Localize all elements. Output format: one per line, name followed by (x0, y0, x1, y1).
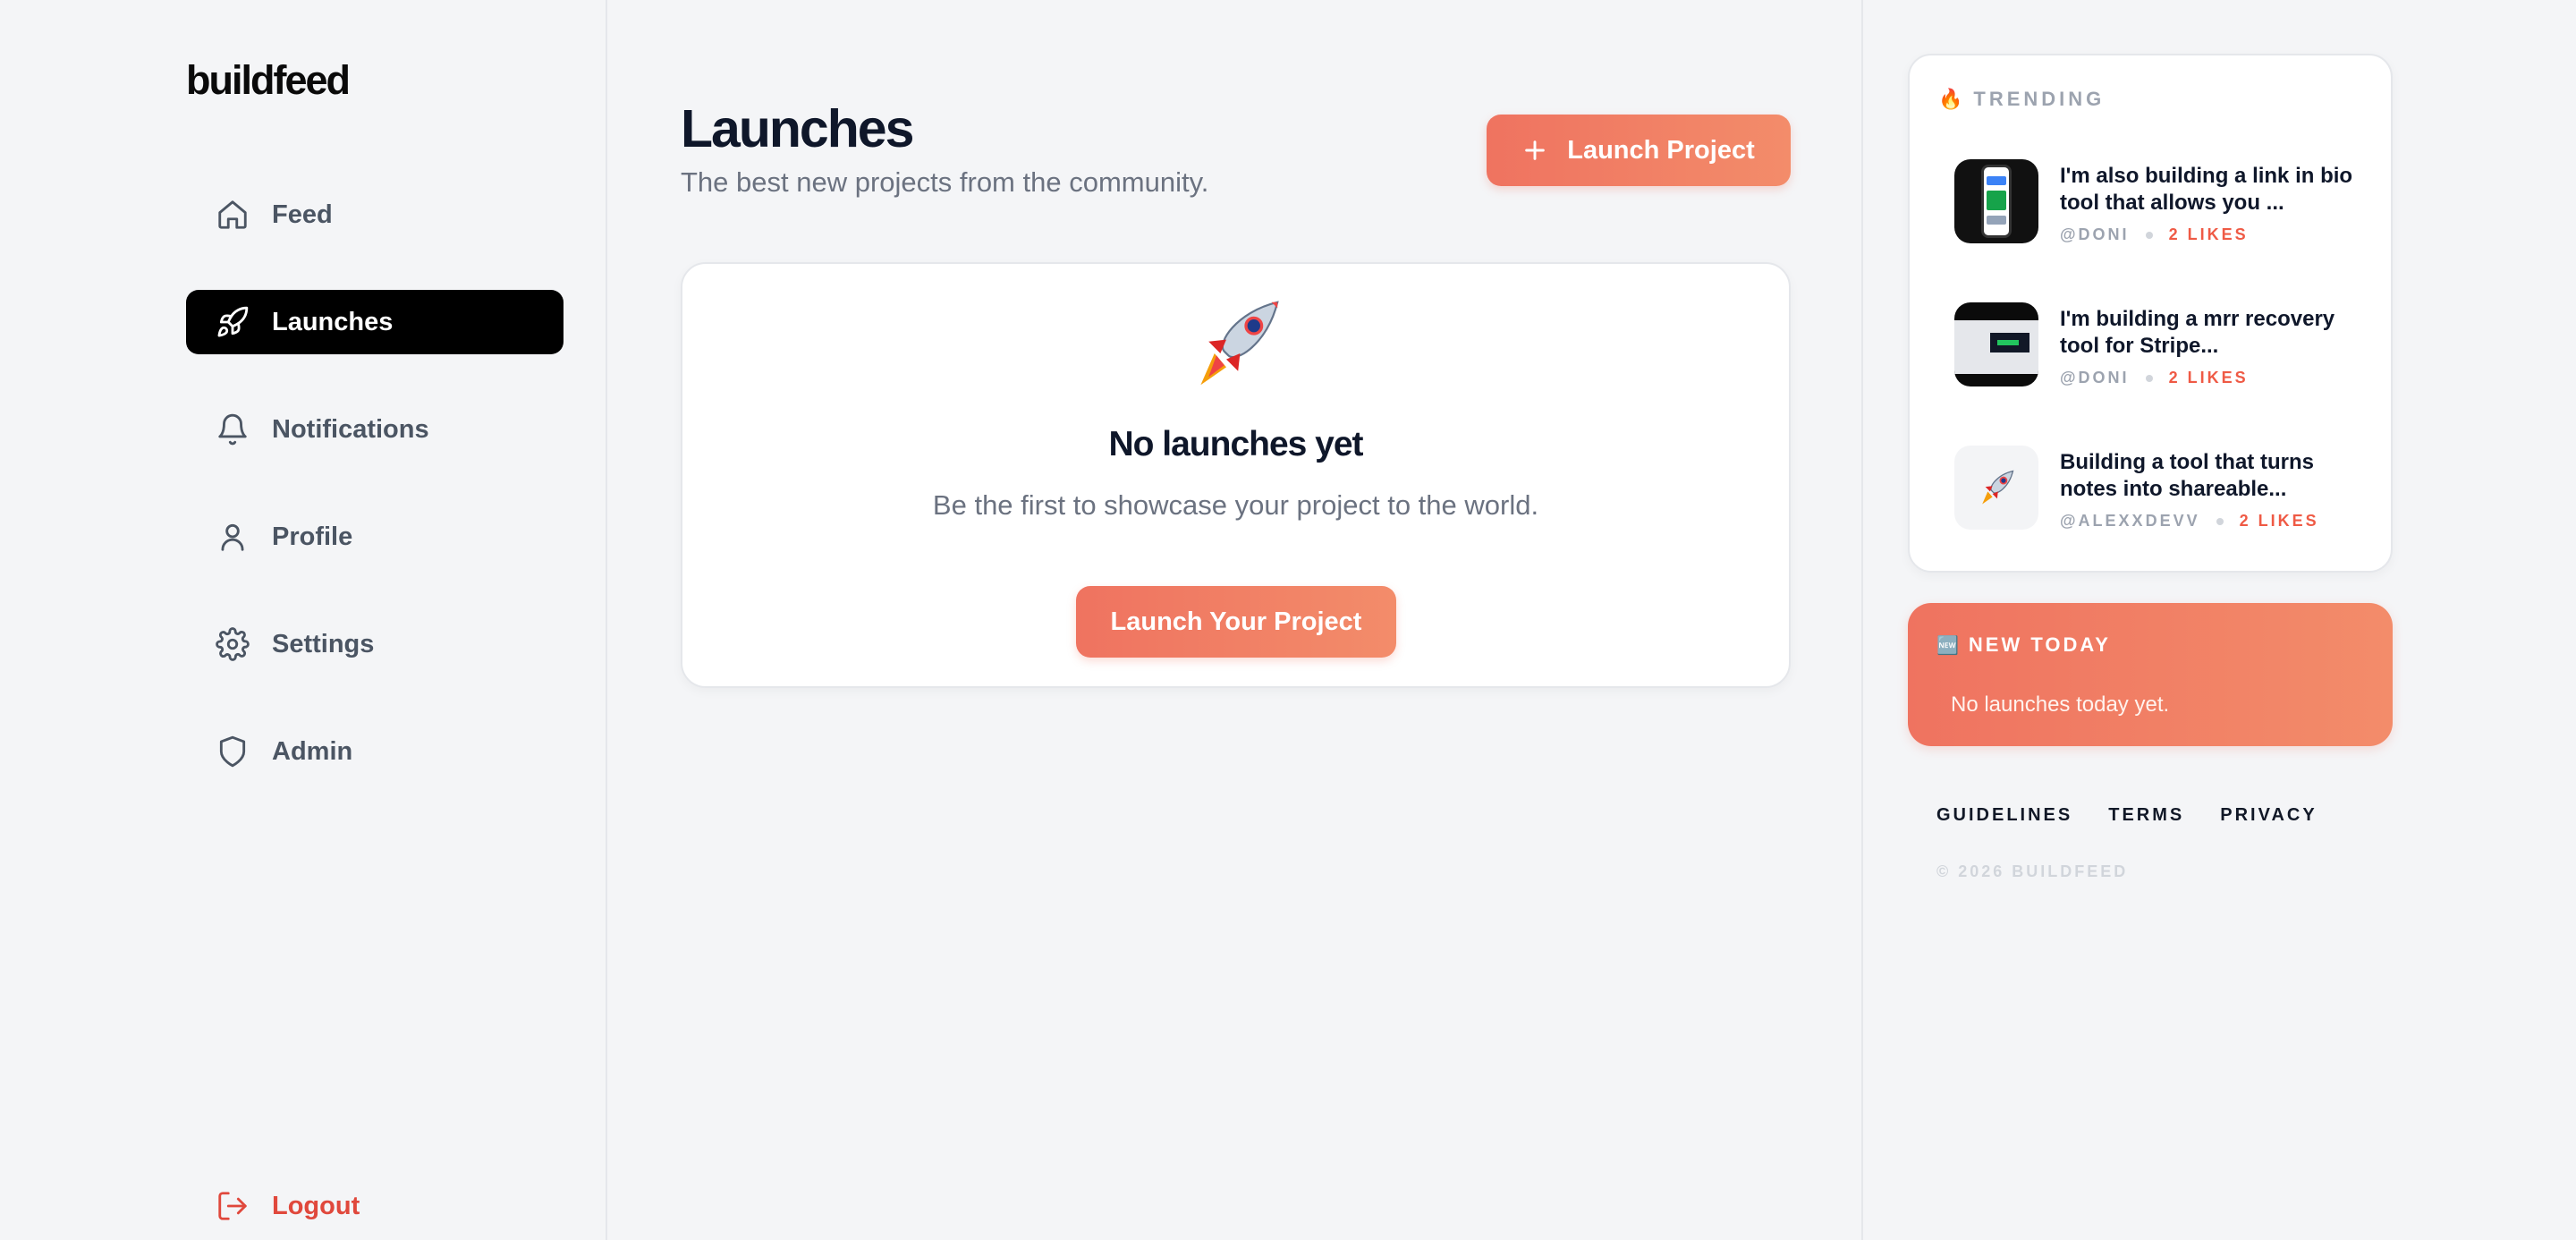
trending-thumbnail (1954, 302, 2038, 386)
trending-card: 🔥 TRENDING I'm also building a link in b… (1908, 54, 2393, 573)
trending-likes: 2 LIKES (2239, 512, 2319, 530)
trending-author[interactable]: @DONI (2060, 369, 2130, 387)
launch-project-button[interactable]: Launch Project (1487, 115, 1791, 186)
fire-icon: 🔥 (1938, 88, 1967, 110)
sidebar-item-label: Profile (272, 522, 353, 551)
sidebar-item-label: Launches (272, 307, 394, 336)
sidebar-item-profile[interactable]: Profile (186, 505, 564, 569)
footer-link-privacy[interactable]: PRIVACY (2220, 805, 2317, 826)
sidebar-item-notifications[interactable]: Notifications (186, 397, 564, 462)
empty-state-card: 🚀 No launches yet Be the first to showca… (681, 262, 1791, 688)
page-subtitle: The best new projects from the community… (681, 166, 1209, 198)
separator-dot (2145, 374, 2153, 382)
sidebar-item-admin[interactable]: Admin (186, 719, 564, 784)
trending-label: 🔥 TRENDING (1938, 88, 2106, 110)
rocket-icon (215, 304, 250, 340)
plus-icon (1525, 140, 1546, 160)
logout-label: Logout (272, 1191, 360, 1220)
trending-title: I'm building a mrr recovery tool for Str… (2060, 307, 2335, 358)
home-icon (215, 197, 250, 233)
new-today-label: 🆕 NEW TODAY (1936, 633, 2111, 656)
rocket-emoji-icon: 🚀 (682, 294, 1789, 397)
sidebar-item-label: Admin (272, 736, 353, 766)
sidebar-item-settings[interactable]: Settings (186, 612, 564, 676)
trending-likes: 2 LIKES (2168, 369, 2249, 386)
empty-state-text: Be the first to showcase your project to… (932, 489, 1539, 521)
footer-link-terms[interactable]: TERMS (2108, 805, 2184, 826)
bell-icon (215, 412, 250, 447)
logout-icon (215, 1188, 250, 1224)
separator-dot (2216, 517, 2224, 525)
trending-item[interactable]: I'm building a mrr recovery tool for Str… (1954, 302, 2375, 388)
trending-thumbnail (1954, 159, 2038, 243)
trending-meta: @DONI 2 LIKES (2060, 369, 2249, 387)
user-icon (215, 519, 250, 555)
logout-button[interactable]: Logout (186, 1174, 564, 1238)
trending-title: Building a tool that turns notes into sh… (2060, 450, 2314, 501)
footer-links: GUIDELINES TERMS PRIVACY (1936, 805, 2318, 826)
sidebar-item-launches[interactable]: Launches (186, 290, 564, 354)
trending-meta: @ALEXXDEVV 2 LIKES (2060, 512, 2319, 531)
trending-author[interactable]: @ALEXXDEVV (2060, 512, 2200, 531)
sidebar-item-label: Notifications (272, 414, 429, 444)
page-title: Launches (681, 99, 914, 158)
app-logo[interactable]: buildfeed (186, 57, 351, 104)
sidebar-item-label: Feed (272, 200, 333, 229)
trending-author[interactable]: @DONI (2060, 225, 2130, 244)
new-today-text: No launches today yet. (1951, 692, 2170, 717)
new-badge-icon: 🆕 (1936, 635, 1962, 656)
footer-link-guidelines[interactable]: GUIDELINES (1936, 805, 2072, 826)
right-column: 🔥 TRENDING I'm also building a link in b… (1861, 0, 2576, 1240)
main-content: Launches The best new projects from the … (609, 0, 1861, 1240)
separator-dot (2145, 231, 2153, 239)
empty-state-title: No launches yet (1108, 425, 1363, 463)
copyright: © 2026 BUILDFEED (1936, 862, 2129, 880)
launch-project-label: Launch Project (1567, 135, 1755, 165)
sidebar-item-feed[interactable]: Feed (186, 183, 564, 247)
new-today-card: 🆕 NEW TODAY No launches today yet. (1908, 603, 2393, 746)
launch-your-project-button[interactable]: Launch Your Project (1076, 586, 1396, 658)
shield-icon (215, 734, 250, 769)
gear-icon (215, 626, 250, 662)
trending-title: I'm also building a link in bio tool tha… (2060, 164, 2353, 215)
trending-item[interactable]: I'm also building a link in bio tool tha… (1954, 159, 2375, 245)
trending-item[interactable]: 🚀 Building a tool that turns notes into … (1954, 446, 2375, 531)
rocket-emoji-icon: 🚀 (1954, 446, 2038, 530)
sidebar-item-label: Settings (272, 629, 375, 658)
trending-meta: @DONI 2 LIKES (2060, 225, 2249, 244)
trending-likes: 2 LIKES (2168, 225, 2249, 243)
sidebar: buildfeed Feed Launches Notifications Pr… (0, 0, 607, 1240)
